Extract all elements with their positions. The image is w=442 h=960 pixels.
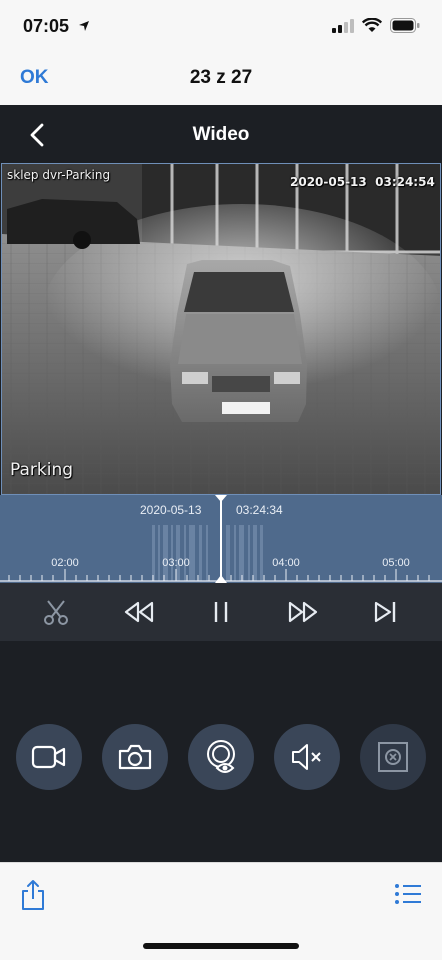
app-title: Wideo	[192, 124, 250, 145]
camera-name-overlay: sklep dvr-Parking	[7, 168, 111, 182]
wifi-icon	[362, 18, 382, 32]
photos-bottom-toolbar	[0, 862, 442, 960]
pause-icon[interactable]	[205, 597, 237, 627]
video-frame-image	[2, 164, 440, 494]
status-icons	[332, 18, 420, 33]
playback-timeline[interactable]: 2020-05-13 03:24:34 02:00 03:00 04:00 05…	[0, 495, 442, 583]
home-indicator[interactable]	[143, 943, 299, 949]
timeline-hour-label: 02:00	[51, 557, 79, 569]
list-icon[interactable]	[394, 883, 422, 905]
status-time: 07:05	[23, 16, 70, 36]
timeline-hour-label: 04:00	[272, 557, 300, 569]
fast-forward-icon[interactable]	[287, 597, 319, 627]
eye-camera-icon	[207, 740, 235, 773]
app-header: Wideo	[0, 105, 442, 163]
mute-button[interactable]	[274, 724, 340, 790]
snapshot-button[interactable]	[102, 724, 168, 790]
timeline-hour-label: 05:00	[382, 557, 410, 569]
channel-label-overlay: Parking	[10, 460, 74, 480]
rewind-icon[interactable]	[123, 597, 155, 627]
eye-tracking-button[interactable]	[188, 724, 254, 790]
camera-icon	[118, 744, 152, 770]
playhead-bottom-marker	[215, 575, 227, 583]
share-icon[interactable]	[20, 879, 46, 911]
next-frame-icon[interactable]	[370, 597, 402, 627]
scissors-icon[interactable]	[40, 597, 72, 627]
video-camera-icon	[31, 745, 66, 769]
photos-nav-bar: OK 23 z 27	[0, 50, 442, 105]
battery-icon	[390, 18, 420, 33]
zoom-button[interactable]	[360, 724, 426, 790]
photo-counter: 23 z 27	[189, 67, 253, 88]
playback-controls	[0, 583, 442, 641]
location-icon	[79, 21, 89, 31]
timeline-time: 03:24:34	[236, 503, 283, 517]
video-player[interactable]: sklep dvr-Parking 2020-05-13 03:24:54 Pa…	[1, 163, 441, 495]
timeline-track	[0, 495, 442, 583]
timeline-date: 2020-05-13	[140, 503, 202, 517]
timeline-hour-label: 03:00	[162, 557, 190, 569]
zoom-focus-icon	[378, 742, 408, 772]
record-button[interactable]	[16, 724, 82, 790]
speaker-mute-icon	[292, 744, 321, 770]
video-timestamp-overlay: 2020-05-13 03:24:54	[290, 175, 435, 189]
cellular-signal-icon	[332, 18, 354, 33]
status-bar: 07:05	[0, 0, 442, 50]
action-buttons-row	[0, 724, 442, 794]
app-screen: Wideo sklep dvr-Parking 2020-05-13 03:24…	[0, 105, 442, 862]
